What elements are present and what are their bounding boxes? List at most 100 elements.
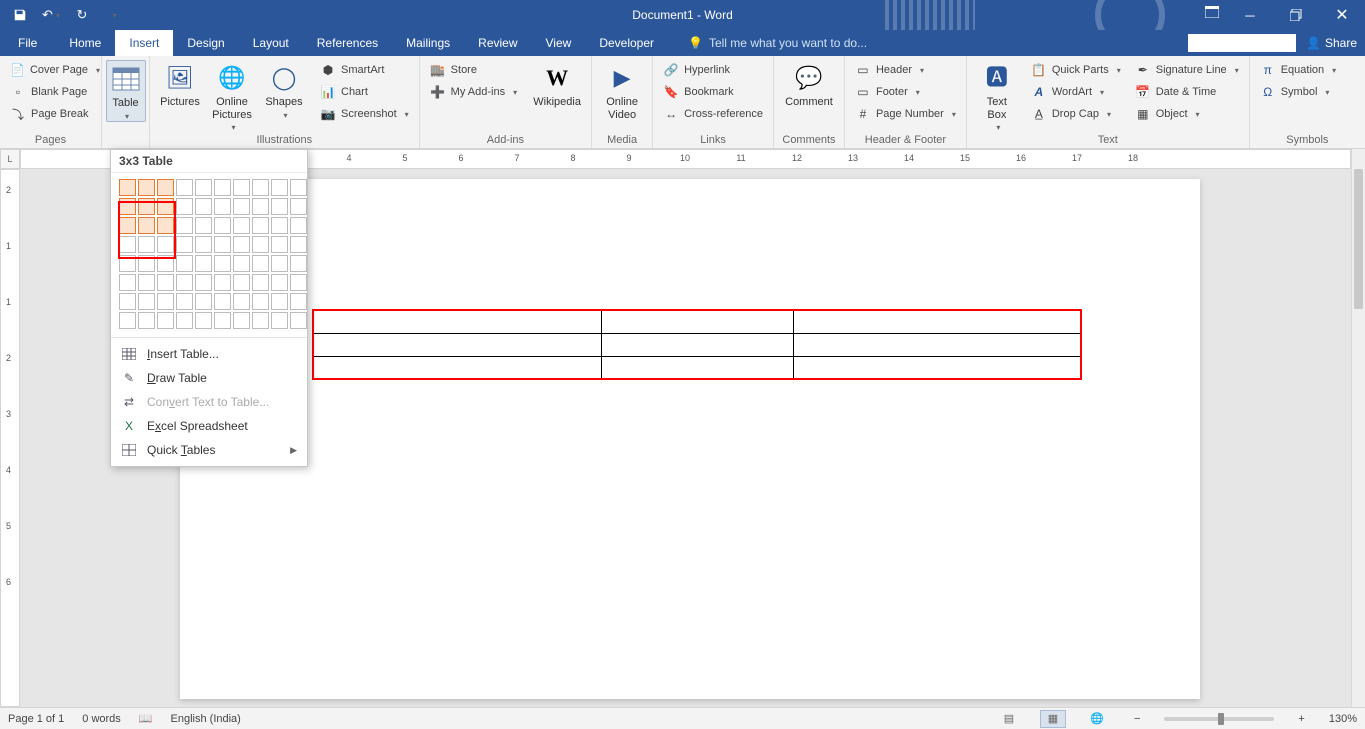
pictures-button[interactable]: 🖼 Pictures xyxy=(156,60,204,132)
table-cell[interactable] xyxy=(601,356,793,379)
tab-home[interactable]: Home xyxy=(55,30,115,56)
table-size-grid[interactable] xyxy=(111,173,307,337)
grid-cell[interactable] xyxy=(195,274,212,291)
tab-mailings[interactable]: Mailings xyxy=(392,30,464,56)
grid-cell[interactable] xyxy=(119,179,136,196)
table-cell[interactable] xyxy=(601,333,793,356)
pagenum-button[interactable]: #Page Number▾ xyxy=(851,104,960,124)
undo-icon[interactable]: ↶▾ xyxy=(37,3,65,27)
tab-file[interactable]: File xyxy=(0,30,55,56)
online-pictures-button[interactable]: 🌐 Online Pictures▾ xyxy=(208,60,256,132)
grid-cell[interactable] xyxy=(252,293,269,310)
grid-cell[interactable] xyxy=(290,179,307,196)
grid-cell[interactable] xyxy=(138,179,155,196)
bookmark-button[interactable]: 🔖Bookmark xyxy=(659,82,767,102)
table-cell[interactable] xyxy=(313,333,601,356)
quick-tables-menuitem[interactable]: Quick Tables ▶ xyxy=(111,438,307,462)
grid-cell[interactable] xyxy=(214,255,231,272)
equation-button[interactable]: πEquation▾ xyxy=(1256,60,1359,80)
grid-cell[interactable] xyxy=(290,217,307,234)
grid-cell[interactable] xyxy=(138,274,155,291)
zoom-out-button[interactable]: − xyxy=(1128,713,1146,725)
tab-review[interactable]: Review xyxy=(464,30,531,56)
table-cell[interactable] xyxy=(793,356,1081,379)
text-box-button[interactable]: 🅰 Text Box▾ xyxy=(973,60,1021,132)
grid-cell[interactable] xyxy=(157,198,174,215)
status-spellcheck[interactable]: 📖 xyxy=(139,712,153,725)
grid-cell[interactable] xyxy=(119,217,136,234)
vertical-ruler[interactable]: 21123456 xyxy=(0,169,20,707)
table-cell[interactable] xyxy=(793,310,1081,333)
grid-cell[interactable] xyxy=(138,255,155,272)
grid-cell[interactable] xyxy=(290,274,307,291)
zoom-in-button[interactable]: + xyxy=(1292,713,1310,725)
comment-button[interactable]: 💬 Comment xyxy=(780,60,838,109)
page-break-button[interactable]: ⤵ Page Break xyxy=(6,104,95,124)
chart-button[interactable]: 📊Chart xyxy=(316,82,413,102)
object-button[interactable]: ▦Object▾ xyxy=(1131,104,1243,124)
grid-cell[interactable] xyxy=(271,198,288,215)
document-page[interactable] xyxy=(180,179,1200,699)
grid-cell[interactable] xyxy=(195,312,212,329)
web-layout-button[interactable]: 🌐 xyxy=(1084,710,1110,728)
grid-cell[interactable] xyxy=(195,179,212,196)
grid-cell[interactable] xyxy=(290,293,307,310)
status-page[interactable]: Page 1 of 1 xyxy=(8,713,64,725)
crossref-button[interactable]: ↔Cross-reference xyxy=(659,104,767,124)
grid-cell[interactable] xyxy=(157,236,174,253)
grid-cell[interactable] xyxy=(214,293,231,310)
grid-cell[interactable] xyxy=(214,236,231,253)
tab-developer[interactable]: Developer xyxy=(585,30,668,56)
grid-cell[interactable] xyxy=(290,255,307,272)
tab-design[interactable]: Design xyxy=(173,30,238,56)
grid-cell[interactable] xyxy=(157,274,174,291)
ribbon-display-options-icon[interactable] xyxy=(1197,0,1227,24)
grid-cell[interactable] xyxy=(290,236,307,253)
dropcap-button[interactable]: A̲Drop Cap▾ xyxy=(1027,104,1125,124)
grid-cell[interactable] xyxy=(176,293,193,310)
grid-cell[interactable] xyxy=(233,274,250,291)
insert-table-menuitem[interactable]: IInsert Table...nsert Table... xyxy=(111,342,307,366)
symbol-button[interactable]: ΩSymbol▾ xyxy=(1256,82,1359,102)
help-search-input[interactable] xyxy=(1188,34,1296,52)
grid-cell[interactable] xyxy=(176,274,193,291)
grid-cell[interactable] xyxy=(233,312,250,329)
grid-cell[interactable] xyxy=(290,198,307,215)
table-cell[interactable] xyxy=(601,310,793,333)
grid-cell[interactable] xyxy=(271,179,288,196)
save-icon[interactable] xyxy=(6,3,34,27)
grid-cell[interactable] xyxy=(233,217,250,234)
grid-cell[interactable] xyxy=(252,198,269,215)
shapes-button[interactable]: ◯ Shapes▾ xyxy=(260,60,308,132)
grid-cell[interactable] xyxy=(157,179,174,196)
grid-cell[interactable] xyxy=(138,236,155,253)
grid-cell[interactable] xyxy=(157,255,174,272)
grid-cell[interactable] xyxy=(195,255,212,272)
grid-cell[interactable] xyxy=(138,312,155,329)
grid-cell[interactable] xyxy=(119,236,136,253)
grid-cell[interactable] xyxy=(176,312,193,329)
grid-cell[interactable] xyxy=(138,217,155,234)
grid-cell[interactable] xyxy=(119,312,136,329)
grid-cell[interactable] xyxy=(138,198,155,215)
grid-cell[interactable] xyxy=(252,236,269,253)
grid-cell[interactable] xyxy=(252,255,269,272)
sigline-button[interactable]: ✒Signature Line▾ xyxy=(1131,60,1243,80)
grid-cell[interactable] xyxy=(119,198,136,215)
restore-button[interactable] xyxy=(1273,0,1319,30)
grid-cell[interactable] xyxy=(252,179,269,196)
wordart-button[interactable]: AWordArt▾ xyxy=(1027,82,1125,102)
tell-me-search[interactable]: 💡 Tell me what you want to do... xyxy=(688,30,867,56)
grid-cell[interactable] xyxy=(214,274,231,291)
status-words[interactable]: 0 words xyxy=(82,713,121,725)
zoom-level[interactable]: 130% xyxy=(1329,713,1357,725)
grid-cell[interactable] xyxy=(214,217,231,234)
store-button[interactable]: 🏬Store xyxy=(426,60,521,80)
grid-cell[interactable] xyxy=(290,312,307,329)
table-button[interactable]: Table ▾ xyxy=(106,60,146,122)
blank-page-button[interactable]: ▫ Blank Page xyxy=(6,82,95,102)
grid-cell[interactable] xyxy=(157,293,174,310)
tab-insert[interactable]: Insert xyxy=(115,30,173,56)
tab-references[interactable]: References xyxy=(303,30,392,56)
grid-cell[interactable] xyxy=(119,255,136,272)
